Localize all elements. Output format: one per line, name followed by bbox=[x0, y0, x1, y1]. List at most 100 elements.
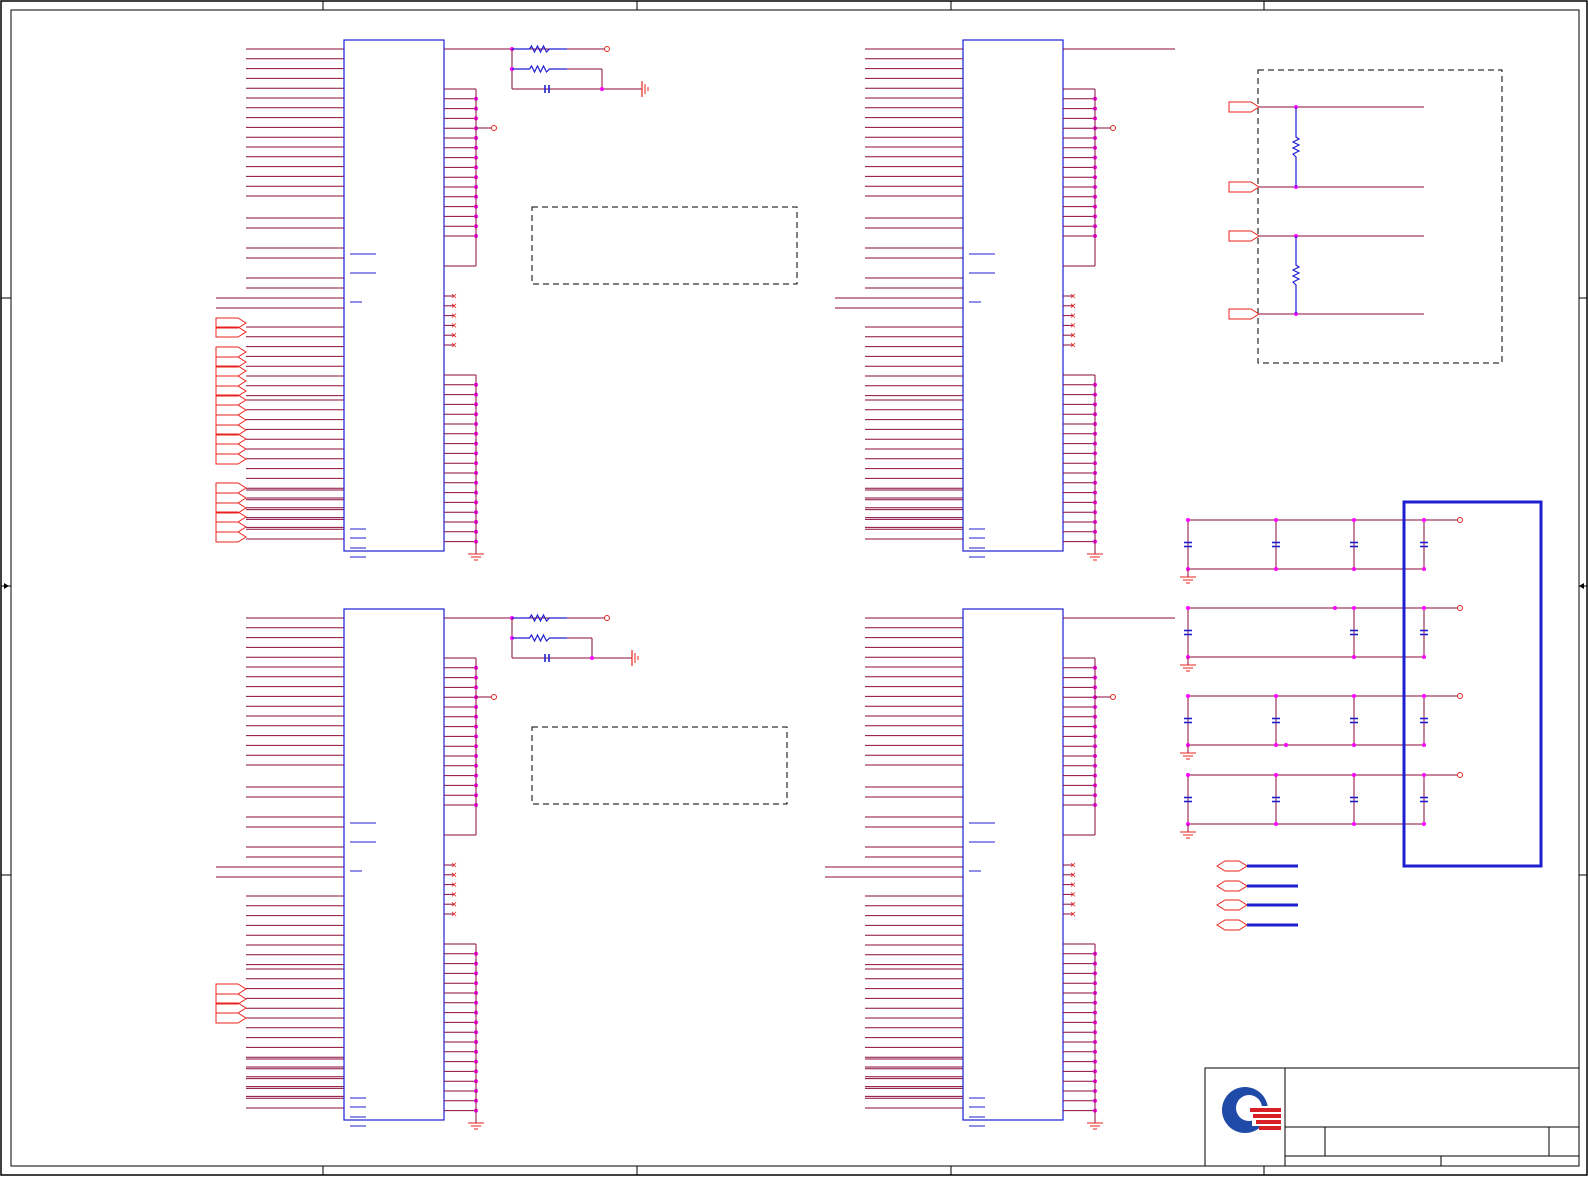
connector-outline bbox=[215, 521, 247, 533]
off-page-connector-icon bbox=[215, 482, 247, 494]
off-page-connector-icon bbox=[1216, 880, 1248, 892]
connector-outline bbox=[215, 443, 247, 455]
off-page-connector-icon bbox=[215, 983, 247, 995]
connector-outline bbox=[215, 492, 247, 504]
junction-dot bbox=[1274, 743, 1278, 747]
off-page-connector-icon bbox=[1228, 181, 1260, 193]
junction-dot bbox=[1186, 518, 1190, 522]
junction-dot bbox=[1422, 822, 1426, 826]
resistor-icon bbox=[1291, 236, 1301, 314]
junction-dot bbox=[1274, 822, 1278, 826]
junction-dot bbox=[1186, 606, 1190, 610]
title-block bbox=[1204, 1067, 1580, 1167]
sheet-frame bbox=[0, 0, 1588, 1176]
power-port-icon bbox=[1457, 772, 1463, 778]
connector-outline bbox=[1216, 899, 1248, 911]
junction-dot bbox=[1422, 773, 1426, 777]
off-page-connector-icon bbox=[1216, 919, 1248, 931]
resistor-icon bbox=[512, 44, 567, 54]
junction-dot bbox=[1352, 606, 1356, 610]
resistor-body bbox=[1291, 107, 1301, 187]
connector-outline bbox=[1228, 101, 1260, 113]
connector-outline bbox=[1216, 860, 1248, 872]
off-page-connector-icon bbox=[215, 453, 247, 465]
connector-outline bbox=[215, 453, 247, 465]
resistor-body bbox=[512, 633, 567, 643]
junction-dot bbox=[1422, 606, 1426, 610]
schematic-sheet bbox=[0, 0, 1588, 1176]
junction-dot bbox=[1352, 743, 1356, 747]
resistor-body bbox=[1291, 236, 1301, 314]
connector-outline bbox=[1228, 230, 1260, 242]
power-port-icon bbox=[604, 46, 610, 52]
off-page-connector-icon bbox=[1216, 899, 1248, 911]
off-page-connector-icon bbox=[215, 443, 247, 455]
connector-outline bbox=[215, 983, 247, 995]
ic-body bbox=[343, 39, 445, 552]
power-port-icon bbox=[1110, 125, 1116, 131]
u-bottom-right-block bbox=[825, 608, 1175, 1130]
power-port-icon bbox=[1457, 605, 1463, 611]
connector-outline bbox=[215, 346, 247, 358]
junction-dot bbox=[1333, 606, 1337, 610]
ground-icon bbox=[1180, 824, 1196, 839]
junction-dot bbox=[1284, 743, 1288, 747]
junction-dot bbox=[1422, 743, 1426, 747]
off-page-connector-icon bbox=[215, 521, 247, 533]
resistor-icon bbox=[512, 633, 567, 643]
ic-blocks-layer bbox=[215, 39, 1175, 1130]
power-port-icon bbox=[1457, 517, 1463, 523]
junction-dot bbox=[600, 87, 604, 91]
ground-icon bbox=[468, 1115, 484, 1130]
u-bottom-left-block bbox=[215, 608, 788, 1130]
resistor-icon bbox=[1291, 107, 1301, 187]
junction-dot bbox=[1274, 567, 1278, 571]
junction-dot bbox=[1422, 518, 1426, 522]
power-port-icon bbox=[1457, 693, 1463, 699]
connector-outline bbox=[1216, 919, 1248, 931]
ic-body bbox=[962, 608, 1064, 1121]
off-page-connector-icon bbox=[215, 492, 247, 504]
u-top-left-block bbox=[215, 39, 798, 561]
power-port-icon bbox=[491, 125, 497, 131]
ground-icon bbox=[1087, 1115, 1103, 1130]
connector-outline-box bbox=[1402, 500, 1543, 868]
off-page-connector-icon bbox=[1228, 308, 1260, 320]
junction-dot bbox=[1422, 694, 1426, 698]
junction-dot bbox=[1274, 518, 1278, 522]
power-port-icon bbox=[491, 694, 497, 700]
junction-dot bbox=[1422, 655, 1426, 659]
ground-icon bbox=[1087, 546, 1103, 561]
junction-dot bbox=[1352, 822, 1356, 826]
ic-body bbox=[343, 608, 445, 1121]
ground-icon bbox=[1180, 569, 1196, 584]
quanta-logo bbox=[1222, 1087, 1282, 1133]
connector-outline bbox=[1228, 181, 1260, 193]
connector-outline bbox=[215, 414, 247, 426]
off-page-connector-icon bbox=[1228, 101, 1260, 113]
chassis-ground-icon bbox=[641, 81, 649, 97]
junction-dot bbox=[1274, 773, 1278, 777]
ground-icon bbox=[468, 546, 484, 561]
resistor-body bbox=[512, 64, 567, 74]
off-page-connector-icon bbox=[215, 414, 247, 426]
junction-dot bbox=[1422, 567, 1426, 571]
ic-body bbox=[962, 39, 1064, 552]
off-page-connector-icon bbox=[215, 346, 247, 358]
schematic-canvas bbox=[0, 0, 1588, 1176]
off-page-connector-icon bbox=[215, 1012, 247, 1024]
note-box bbox=[531, 726, 788, 805]
note-box bbox=[531, 206, 798, 285]
ground-icon bbox=[1180, 745, 1196, 760]
connector-outline bbox=[1228, 308, 1260, 320]
junction-dot bbox=[590, 656, 594, 660]
junction-dot bbox=[1274, 694, 1278, 698]
ground-icon bbox=[1180, 657, 1196, 672]
connector-outline bbox=[215, 404, 247, 416]
off-page-connector-icon bbox=[1216, 860, 1248, 872]
junction-dot bbox=[1186, 694, 1190, 698]
connector-outline bbox=[215, 482, 247, 494]
connector-outline bbox=[1216, 880, 1248, 892]
resistor-icon bbox=[512, 64, 567, 74]
termination-box bbox=[1257, 69, 1503, 364]
